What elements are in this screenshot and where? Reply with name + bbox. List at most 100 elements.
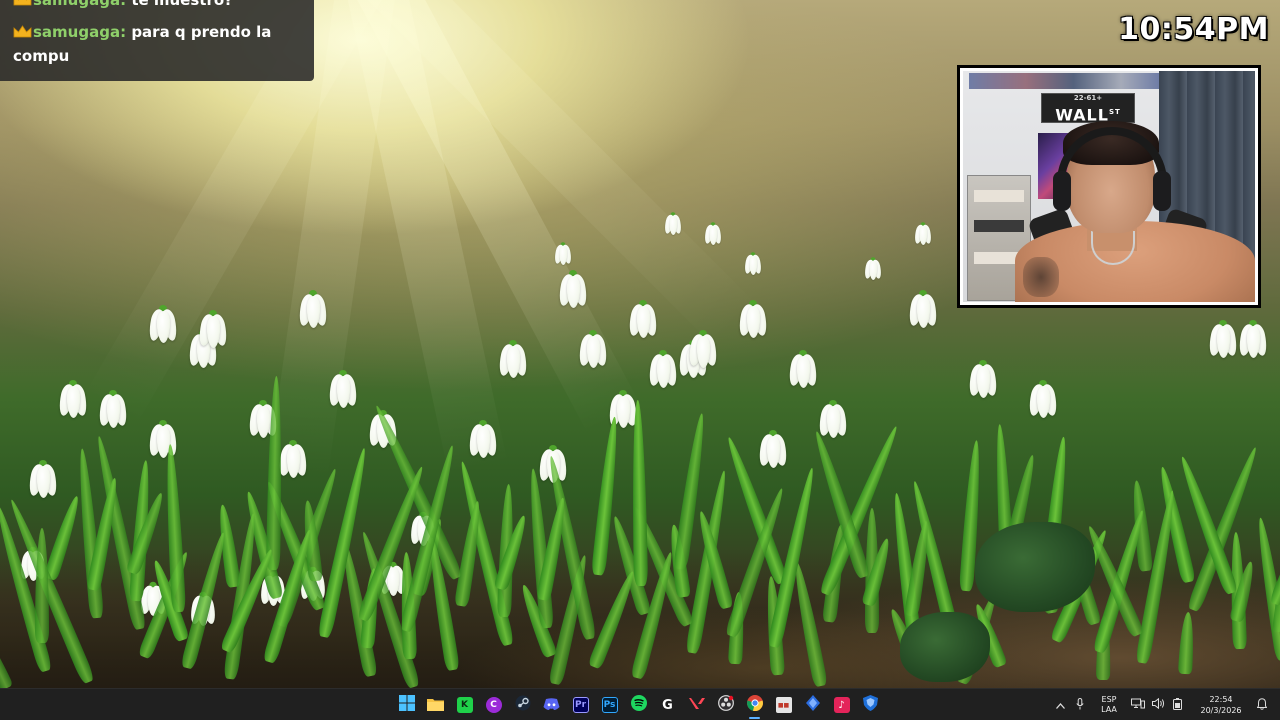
discord-icon	[543, 696, 560, 715]
obs-icon	[717, 695, 734, 715]
snowdrop-flower	[556, 270, 590, 308]
snowdrop-flower	[966, 360, 1000, 398]
taskbar-date: 20/3/2026	[1200, 706, 1242, 715]
taskbar-file-explorer[interactable]	[421, 689, 450, 720]
tray-overflow[interactable]	[1050, 689, 1070, 720]
tattoo	[1023, 257, 1059, 297]
network-button[interactable]	[1128, 689, 1148, 720]
volume-button[interactable]	[1148, 689, 1168, 720]
chat-message: samugaga: te muestro?	[13, 0, 304, 12]
tiktok-icon: ♪	[833, 697, 850, 713]
notifications-button[interactable]	[1252, 689, 1272, 720]
taskbar-app-shield[interactable]	[856, 689, 885, 720]
taskbar-premiere[interactable]: Pr	[566, 689, 595, 720]
snowdrop-flower	[326, 370, 360, 408]
sign-small-text: 22-61+	[1073, 94, 1103, 102]
taskbar-app-diamond[interactable]	[798, 689, 827, 720]
grass-leaf	[673, 412, 709, 570]
taskbar-discord[interactable]	[537, 689, 566, 720]
c-icon: C	[485, 697, 502, 713]
ivy-leaf	[900, 612, 990, 682]
crown-icon	[13, 25, 32, 38]
snowdrop-flower	[1026, 380, 1060, 418]
taskbar-app-c[interactable]: C	[479, 689, 508, 720]
taskbar-chrome[interactable]	[740, 689, 769, 720]
snowdrop-flower	[863, 257, 883, 280]
folder-icon	[427, 696, 444, 715]
start-button[interactable]	[392, 689, 421, 720]
taskbar-streamlabs[interactable]: ■■	[769, 689, 798, 720]
chat-text: te muestro?	[131, 0, 233, 9]
language-indicator[interactable]: ESP LAA	[1094, 695, 1124, 715]
diamond-icon	[805, 695, 820, 715]
snowdrop-flower	[913, 222, 933, 245]
taskbar-valorant[interactable]	[682, 689, 711, 720]
streamer-icon: ■■	[775, 697, 792, 713]
battery-button[interactable]	[1168, 689, 1188, 720]
snowdrop-flower	[663, 212, 683, 235]
sign-suffix: ST	[1108, 108, 1121, 116]
snowdrop-flower	[646, 350, 680, 388]
taskbar-steam[interactable]	[508, 689, 537, 720]
chat-message: samugaga: para q prendo la compu	[13, 20, 304, 68]
ps-icon: Ps	[601, 697, 618, 713]
webcam-feed: 22-61+ WALLST	[960, 68, 1258, 305]
taskbar-spotify[interactable]	[624, 689, 653, 720]
taskbar-apps: K C Pr Ps G ■■ ♪	[392, 689, 885, 720]
shield-icon	[863, 695, 878, 715]
speaker-icon	[1151, 697, 1165, 712]
snowdrop-flower	[553, 242, 573, 265]
snowdrop-flower	[703, 222, 723, 245]
network-icon	[1131, 698, 1145, 712]
headset-earcup	[1153, 171, 1171, 211]
grass-leaf	[630, 399, 648, 587]
snowdrop-flower	[906, 290, 940, 328]
bell-icon	[1256, 697, 1268, 713]
webcam-frame: 22-61+ WALLST	[957, 65, 1261, 308]
taskbar-obs[interactable]	[711, 689, 740, 720]
taskbar-time: 22:54	[1209, 695, 1233, 704]
snowdrop-flower	[1206, 320, 1240, 358]
snowdrop-flower	[146, 305, 180, 343]
language-line2: LAA	[1101, 705, 1117, 714]
taskbar-clock[interactable]: 22:54 20/3/2026	[1196, 694, 1246, 716]
steam-icon	[515, 695, 531, 715]
taskbar-epic[interactable]: G	[653, 689, 682, 720]
chat-username: samugaga:	[33, 0, 127, 9]
crown-icon	[13, 0, 32, 6]
language-line1: ESP	[1101, 695, 1117, 704]
taskbar: K C Pr Ps G ■■ ♪ ESP LAA 22:54 20/3/2026	[0, 688, 1280, 720]
microphone-button[interactable]	[1070, 689, 1090, 720]
poster-strip	[969, 73, 1159, 89]
street-sign: 22-61+ WALLST	[1041, 93, 1135, 124]
spotify-icon	[630, 695, 647, 715]
microphone-icon	[1076, 697, 1084, 713]
snowdrop-flower	[756, 430, 790, 468]
battery-icon	[1173, 697, 1183, 713]
chrome-icon	[746, 695, 763, 715]
headset-earcup	[1053, 171, 1071, 211]
snowdrop-flower	[276, 440, 310, 478]
windows-logo-icon	[398, 695, 415, 715]
snowdrop-flower	[296, 290, 330, 328]
taskbar-app-k[interactable]: K	[450, 689, 479, 720]
snowdrop-flower	[466, 420, 500, 458]
taskbar-photoshop[interactable]: Ps	[595, 689, 624, 720]
snowdrop-flower	[496, 340, 530, 378]
chat-overlay: samugaga: te muestro? samugaga: para q p…	[0, 0, 314, 81]
stream-clock: 10:54PM	[1118, 12, 1269, 47]
snowdrop-flower	[736, 300, 770, 338]
snowdrop-flower	[686, 330, 720, 368]
snowdrop-flower	[1236, 320, 1270, 358]
chevron-up-icon	[1055, 699, 1065, 712]
snowdrop-flower	[816, 400, 850, 438]
snowdrop-flower	[56, 380, 90, 418]
active-indicator	[749, 717, 760, 719]
chat-username: samugaga:	[33, 23, 127, 41]
grass-leaf	[35, 528, 49, 643]
snowdrop-flower	[26, 460, 60, 498]
snowdrop-flower	[626, 300, 660, 338]
system-tray: ESP LAA 22:54 20/3/2026	[1050, 689, 1272, 720]
taskbar-tiktok[interactable]: ♪	[827, 689, 856, 720]
snowdrop-flower	[196, 310, 230, 348]
